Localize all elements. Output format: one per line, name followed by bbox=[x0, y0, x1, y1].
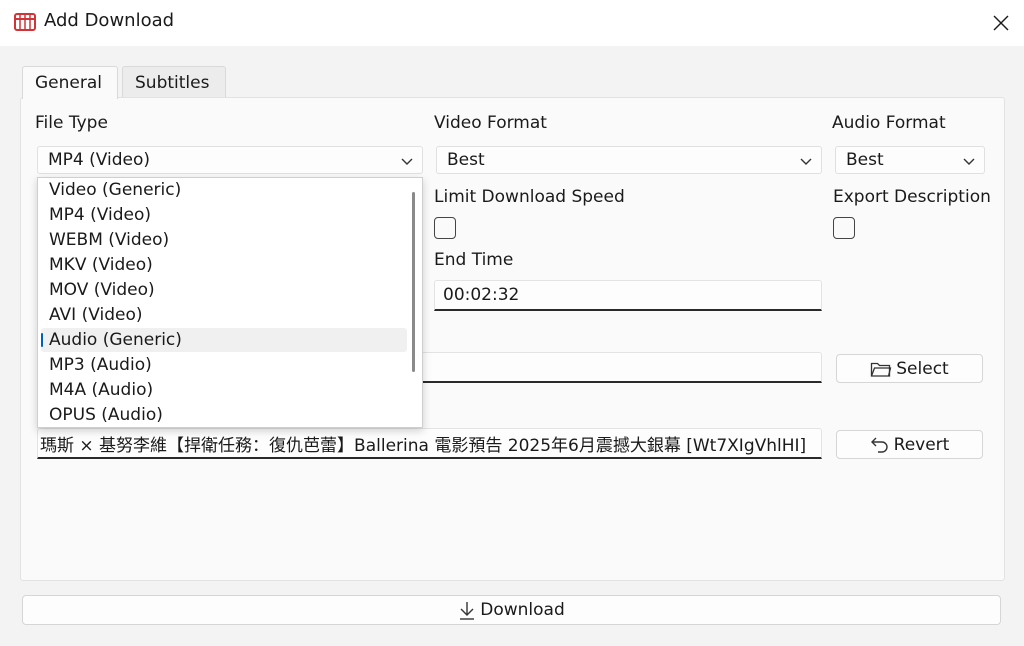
tab-general[interactable]: General bbox=[22, 66, 118, 99]
dropdown-option-highlighted[interactable]: Audio (Generic) bbox=[41, 328, 407, 352]
download-arrow-icon bbox=[460, 602, 475, 620]
select-folder-button[interactable]: Select bbox=[836, 354, 983, 383]
file-type-label: File Type bbox=[35, 113, 108, 133]
folder-icon bbox=[871, 362, 892, 377]
download-button[interactable]: Download bbox=[22, 595, 1001, 625]
audio-format-value: Best bbox=[846, 150, 884, 170]
select-label: Select bbox=[896, 358, 949, 379]
file-name-input[interactable]: 瑪斯 × 基努李維【捍衛任務：復仇芭蕾】Ballerina 電影預告 2025年… bbox=[37, 428, 822, 459]
dropdown-option[interactable]: MKV (Video) bbox=[38, 253, 406, 277]
window-title: Add Download bbox=[44, 10, 175, 31]
close-button[interactable] bbox=[978, 0, 1024, 46]
chevron-down-icon bbox=[963, 158, 975, 165]
undo-icon bbox=[870, 437, 888, 453]
end-time-input[interactable]: 00:02:32 bbox=[434, 280, 822, 311]
video-format-label: Video Format bbox=[434, 113, 547, 133]
file-name-value: 瑪斯 × 基努李維【捍衛任務：復仇芭蕾】Ballerina 電影預告 2025年… bbox=[40, 435, 807, 456]
video-format-value: Best bbox=[447, 150, 485, 170]
limit-speed-label: Limit Download Speed bbox=[434, 187, 625, 207]
download-label: Download bbox=[480, 600, 565, 620]
tab-general-label: General bbox=[35, 73, 102, 93]
chevron-down-icon bbox=[401, 158, 413, 165]
file-type-value: MP4 (Video) bbox=[48, 150, 151, 170]
app-icon bbox=[14, 13, 36, 31]
file-type-dropdown: Video (Generic) MP4 (Video) WEBM (Video)… bbox=[37, 177, 423, 428]
export-description-checkbox[interactable] bbox=[833, 217, 855, 239]
dropdown-option[interactable]: MP3 (Audio) bbox=[38, 353, 406, 377]
chevron-down-icon bbox=[800, 158, 812, 165]
title-bar: Add Download bbox=[0, 0, 1024, 46]
video-format-select[interactable]: Best bbox=[436, 146, 822, 174]
dropdown-option[interactable]: MP4 (Video) bbox=[38, 203, 406, 227]
file-type-select[interactable]: MP4 (Video) bbox=[37, 146, 423, 174]
end-time-label: End Time bbox=[434, 250, 514, 270]
dropdown-option[interactable]: AVI (Video) bbox=[38, 303, 406, 327]
close-icon bbox=[993, 15, 1009, 31]
limit-speed-checkbox[interactable] bbox=[434, 217, 456, 239]
export-description-label: Export Description bbox=[833, 187, 991, 207]
revert-button[interactable]: Revert bbox=[836, 430, 983, 459]
dropdown-option[interactable]: M4A (Audio) bbox=[38, 378, 406, 402]
tab-subtitles[interactable]: Subtitles bbox=[122, 66, 226, 98]
dropdown-scrollbar[interactable] bbox=[412, 192, 415, 372]
end-time-value: 00:02:32 bbox=[443, 285, 520, 305]
audio-format-select[interactable]: Best bbox=[835, 146, 985, 174]
tab-subtitles-label: Subtitles bbox=[135, 72, 210, 93]
dropdown-option[interactable]: OPUS (Audio) bbox=[38, 403, 406, 427]
dropdown-option[interactable]: WEBM (Video) bbox=[38, 228, 406, 252]
audio-format-label: Audio Format bbox=[832, 113, 946, 133]
dropdown-option[interactable]: MOV (Video) bbox=[38, 278, 406, 302]
revert-label: Revert bbox=[893, 434, 950, 455]
dropdown-option[interactable]: Video (Generic) bbox=[38, 178, 406, 202]
